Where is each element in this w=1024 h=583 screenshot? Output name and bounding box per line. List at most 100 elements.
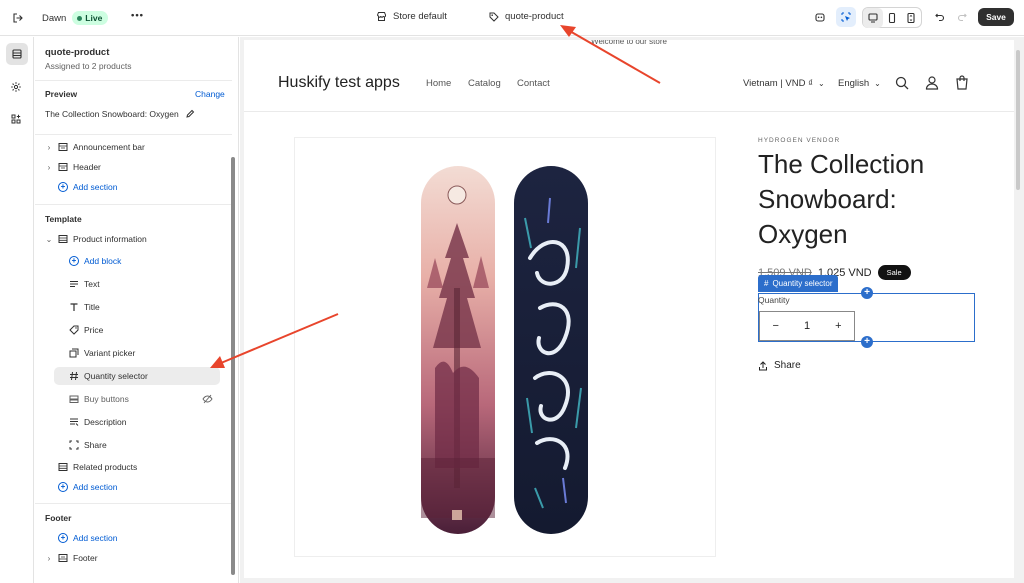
snowboard-image: [421, 166, 588, 534]
description-icon: [69, 417, 79, 427]
hash-icon: [69, 371, 79, 381]
sections-icon[interactable]: [6, 43, 28, 65]
section-footer[interactable]: › Footer: [45, 549, 98, 567]
hidden-eye-slash-icon[interactable]: [202, 394, 213, 404]
preview-scroll-thumb[interactable]: [1016, 50, 1020, 190]
minus-icon[interactable]: −: [773, 320, 779, 332]
chevron-right-icon: ›: [47, 142, 51, 152]
mobile-view-icon[interactable]: [882, 8, 902, 28]
left-rail: [0, 37, 34, 583]
nav-home[interactable]: Home: [426, 78, 451, 89]
add-block-below-icon[interactable]: +: [861, 336, 873, 348]
section-icon: [58, 553, 68, 563]
undo-icon[interactable]: [930, 7, 950, 27]
divider: [35, 80, 232, 81]
section-label: Related products: [73, 462, 138, 472]
add-block-button[interactable]: + Add block: [69, 252, 121, 270]
section-related-products[interactable]: Related products: [58, 458, 137, 476]
add-section-header-button[interactable]: + Add section: [58, 178, 117, 196]
section-label: Header: [73, 162, 101, 172]
template-heading: Template: [45, 214, 82, 224]
section-icon: [58, 142, 68, 152]
plus-icon[interactable]: +: [835, 320, 841, 332]
quantity-selector-tag-label: Quantity selector: [772, 279, 833, 288]
product-media[interactable]: [294, 137, 716, 557]
store-icon: [376, 12, 386, 21]
template-title: quote-product: [45, 47, 110, 58]
block-label: Text: [84, 279, 100, 289]
buy-buttons-icon: [69, 394, 79, 404]
block-label: Buy buttons: [84, 394, 129, 404]
preview-heading: Preview: [45, 89, 78, 99]
block-label: Description: [84, 417, 127, 427]
quantity-selector-tag[interactable]: # Quantity selector: [758, 275, 839, 292]
language-label: English: [838, 78, 870, 89]
add-block-label: Add block: [84, 256, 122, 266]
more-actions-button[interactable]: •••: [131, 10, 144, 21]
block-buy-buttons[interactable]: Buy buttons: [69, 390, 129, 408]
language-selector[interactable]: English ⌄: [838, 78, 881, 89]
account-icon[interactable]: [925, 75, 939, 90]
section-header[interactable]: › Header: [45, 158, 101, 176]
save-button[interactable]: Save: [978, 8, 1014, 26]
add-circle-icon: +: [58, 182, 68, 192]
currency-label: Vietnam | VND ₫: [743, 78, 813, 89]
sale-badge: Sale: [877, 265, 911, 280]
block-price[interactable]: Price: [69, 321, 103, 339]
preview-product-name: The Collection Snowboard: Oxygen: [45, 109, 179, 119]
section-product-information[interactable]: ⌄ Product information: [45, 230, 147, 248]
exit-icon[interactable]: [8, 8, 28, 28]
desktop-view-icon[interactable]: [863, 8, 883, 28]
template-label: quote-product: [505, 11, 564, 22]
change-preview-link[interactable]: Change: [195, 89, 225, 99]
theme-selector[interactable]: Dawn Live: [42, 11, 109, 25]
preview-product[interactable]: The Collection Snowboard: Oxygen: [45, 109, 195, 119]
section-announcement-bar[interactable]: › Announcement bar: [45, 138, 145, 156]
edit-pencil-icon: [186, 109, 194, 118]
cart-icon[interactable]: [955, 75, 969, 90]
live-label: Live: [85, 13, 103, 23]
storefront-preview: Welcome to our store Huskify test apps H…: [244, 40, 1014, 578]
share-icon: [759, 360, 767, 370]
currency-selector[interactable]: Vietnam | VND ₫ ⌄: [743, 78, 825, 89]
section-label: Announcement bar: [73, 142, 145, 152]
sidekick-icon[interactable]: [810, 7, 830, 27]
quantity-label: Quantity: [758, 295, 790, 305]
preview-scrollbar[interactable]: [1014, 40, 1022, 578]
live-dot-icon: [77, 15, 83, 21]
share-button[interactable]: Share: [758, 360, 801, 371]
block-share[interactable]: Share: [69, 436, 107, 454]
block-label: Variant picker: [84, 348, 136, 358]
search-icon[interactable]: [895, 76, 909, 90]
add-section-template-button[interactable]: + Add section: [58, 478, 117, 496]
block-variant-picker[interactable]: Variant picker: [69, 344, 135, 362]
footer-heading: Footer: [45, 513, 72, 523]
nav-catalog[interactable]: Catalog: [468, 78, 501, 89]
store-selector[interactable]: Store default: [376, 11, 447, 22]
quantity-stepper[interactable]: − 1 +: [759, 311, 855, 341]
tag-icon: [489, 12, 499, 22]
share-frame-icon: [69, 440, 79, 450]
template-subtitle: Assigned to 2 products: [45, 61, 132, 71]
nav-contact[interactable]: Contact: [517, 78, 550, 89]
announcement-bar[interactable]: Welcome to our store: [244, 40, 1014, 50]
inspector-icon[interactable]: [836, 7, 856, 27]
add-section-footer-button[interactable]: + Add section: [58, 529, 117, 547]
block-quantity-selector[interactable]: Quantity selector: [54, 367, 220, 385]
settings-gear-icon[interactable]: [6, 77, 26, 97]
block-description[interactable]: Description: [69, 413, 127, 431]
quantity-value[interactable]: 1: [804, 320, 810, 332]
apps-icon[interactable]: [6, 109, 26, 129]
section-label: Footer: [73, 553, 98, 563]
add-circle-icon: +: [58, 533, 68, 543]
block-text[interactable]: Text: [69, 275, 100, 293]
fullscreen-view-icon[interactable]: [901, 8, 921, 28]
panel-scrollbar[interactable]: [231, 157, 235, 575]
block-title[interactable]: Title: [69, 298, 100, 316]
template-selector[interactable]: quote-product: [489, 11, 564, 22]
redo-icon[interactable]: [952, 7, 972, 27]
add-block-above-icon[interactable]: +: [861, 287, 873, 299]
store-name[interactable]: Huskify test apps: [278, 74, 400, 92]
variant-icon: [69, 348, 79, 358]
block-label: Share: [84, 440, 107, 450]
